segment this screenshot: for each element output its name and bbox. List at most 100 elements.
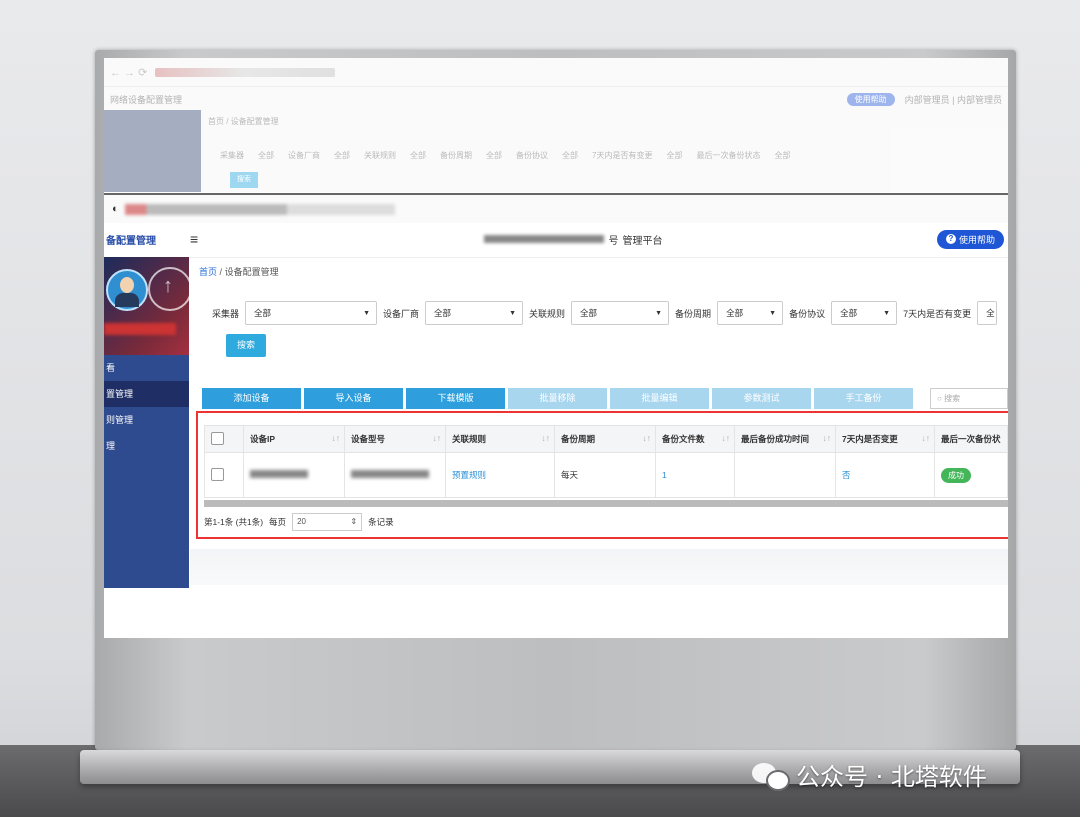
collector-select[interactable]: 全部 ▼ [245, 301, 378, 325]
updown-icon: ⇕ [350, 517, 358, 526]
ghost-help: 使用帮助 [846, 92, 895, 106]
ghost-filter-value: 全部 [562, 151, 578, 160]
vendor-select[interactable]: 全部 ▼ [425, 301, 524, 325]
app-header: 备配置管理 ≡ 号 管理平台 ? 使用帮助 [104, 221, 1008, 258]
col-label: 7天内是否变更 [842, 434, 898, 444]
cell-cycle: 每天 [554, 452, 656, 498]
protocol-select[interactable]: 全部 ▼ [831, 301, 898, 325]
manual-backup-button[interactable]: 手工备份 [814, 388, 913, 409]
pager-suffix: 条记录 [368, 517, 394, 527]
select-all-checkbox[interactable] [211, 431, 224, 445]
add-device-button[interactable]: 添加设备 [202, 388, 301, 409]
col-label: 备份文件数 [662, 434, 705, 444]
highlighted-table-region: 设备IP ↓↑ 设备型号 ↓↑ 关联规则 ↓↑ 备份周期 ↓↑ 备份文件数 ↓↑ 最后备份… [196, 411, 1008, 539]
col-changed[interactable]: 7天内是否变更 ↓↑ [835, 425, 935, 453]
chevron-down-icon: ▼ [769, 309, 777, 317]
ghost-filter-label: 备份协议 [516, 151, 548, 160]
ghost-filter-label: 7天内是否有变更 [592, 151, 653, 160]
sidebar-item-dashboard[interactable]: 看 [104, 355, 189, 381]
pager-summary: 第1-1条 (共1条) [204, 517, 264, 527]
row-checkbox[interactable] [211, 467, 224, 481]
filter-label-protocol: 备份协议 [789, 308, 826, 319]
sort-icon[interactable]: ↓↑ [722, 433, 731, 443]
cell-files: 1 [655, 452, 735, 498]
ghost-filter-value: 全部 [486, 151, 502, 160]
col-label: 设备型号 [351, 434, 386, 444]
col-device-model[interactable]: 设备型号 ↓↑ [344, 425, 446, 453]
sort-icon[interactable]: ↓↑ [643, 433, 652, 443]
search-button[interactable]: 搜索 [226, 334, 266, 357]
pagination: 第1-1条 (共1条) 每页 20 ⇕ 条记录 [204, 513, 394, 531]
ghost-filter-label: 最后一次备份状态 [696, 151, 761, 160]
filter-bar: 采集器 全部 ▼ 设备厂商 全部 ▼ 关联规则 全部 ▼ 备份周期 全部 ▼ 备份协议 … [212, 301, 998, 325]
sort-icon[interactable]: ↓↑ [332, 433, 341, 443]
import-device-button[interactable]: 导入设备 [304, 388, 403, 409]
menu-toggle-icon[interactable]: ≡ [190, 231, 210, 247]
table-row[interactable]: 预置规则 每天 1 否 成功 [204, 452, 1008, 498]
ip-blurred [250, 470, 308, 478]
col-device-ip[interactable]: 设备IP ↓↑ [243, 425, 345, 453]
ghost-filter-value: 全部 [410, 151, 426, 160]
sort-icon[interactable]: ↓↑ [433, 433, 442, 443]
col-last-status[interactable]: 最后一次备份状 [934, 425, 1008, 453]
download-template-button[interactable]: 下载模版 [406, 388, 505, 409]
param-test-button[interactable]: 参数测试 [712, 388, 811, 409]
cell-rule: 预置规则 [445, 452, 555, 498]
help-button[interactable]: ? 使用帮助 [936, 229, 1004, 249]
cell-ip [243, 452, 345, 498]
table-search-input[interactable]: ○ 搜索 [930, 388, 1008, 409]
changed-select[interactable]: 全 [977, 301, 998, 325]
sort-icon[interactable]: ↓↑ [823, 433, 832, 443]
profile-banner [104, 257, 192, 355]
address-bar[interactable]: ◐ [104, 193, 1008, 223]
sort-icon[interactable]: ↓↑ [542, 433, 551, 443]
col-label: 设备IP [250, 434, 276, 444]
col-label: 最后一次备份状 [941, 434, 1001, 444]
sidebar-item-rule-management[interactable]: 则管理 [104, 407, 189, 433]
cloud-upload-icon [148, 267, 192, 311]
ghost-filter-value: 全部 [258, 151, 274, 160]
model-blurred [351, 470, 429, 478]
rule-link[interactable]: 预置规则 [452, 470, 486, 480]
ghost-right-links: 内部管理员 | 内部管理员 [904, 94, 1002, 105]
sidebar-item-config-management[interactable]: 置管理 [104, 381, 189, 407]
filter-label-vendor: 设备厂商 [383, 308, 420, 319]
batch-remove-button[interactable]: 批量移除 [508, 388, 607, 409]
sidebar-item-management[interactable]: 理 [104, 433, 189, 459]
filter-label-cycle: 备份周期 [675, 308, 712, 319]
ghost-search-button: 搜索 [230, 172, 258, 188]
files-link[interactable]: 1 [662, 470, 667, 480]
horizontal-scrollbar[interactable] [204, 500, 1008, 507]
col-file-count[interactable]: 备份文件数 ↓↑ [655, 425, 735, 453]
avatar[interactable] [106, 269, 148, 311]
title-fragment: 号 [608, 235, 619, 247]
ghost-filter-label: 备份周期 [440, 151, 472, 160]
chevron-down-icon: ▼ [655, 309, 663, 317]
cycle-select[interactable]: 全部 ▼ [717, 301, 784, 325]
brand-title: 备配置管理 [106, 235, 156, 247]
ghost-filter-value: 全部 [334, 151, 350, 160]
col-rule[interactable]: 关联规则 ↓↑ [445, 425, 555, 453]
collector-value: 全部 [254, 308, 272, 318]
ghost-header: 网络设备配置管理 使用帮助 内部管理员 | 内部管理员 [104, 87, 1008, 111]
protocol-value: 全部 [840, 308, 858, 318]
filter-label-rule: 关联规则 [529, 308, 566, 319]
col-cycle[interactable]: 备份周期 ↓↑ [554, 425, 656, 453]
rule-value: 全部 [580, 308, 598, 318]
ghost-filter-value: 全部 [666, 151, 683, 160]
batch-edit-button[interactable]: 批量编辑 [610, 388, 709, 409]
rule-select[interactable]: 全部 ▼ [571, 301, 670, 325]
col-last-success[interactable]: 最后备份成功时间 ↓↑ [734, 425, 836, 453]
page-size-select[interactable]: 20 ⇕ [292, 513, 363, 531]
cell-model [344, 452, 446, 498]
breadcrumb-sep: / [219, 267, 223, 277]
col-label: 备份周期 [561, 434, 596, 444]
title-blurred [484, 235, 605, 243]
watermark-text: 公众号 · 北塔软件 [796, 763, 987, 791]
changed-link[interactable]: 否 [842, 470, 851, 480]
breadcrumb-home[interactable]: 首页 [199, 267, 217, 277]
col-label: 关联规则 [452, 434, 487, 444]
ghost-filter-label: 设备厂商 [288, 151, 320, 160]
ghost-system-name: 网络设备配置管理 [110, 94, 183, 105]
sort-icon[interactable]: ↓↑ [922, 433, 931, 443]
